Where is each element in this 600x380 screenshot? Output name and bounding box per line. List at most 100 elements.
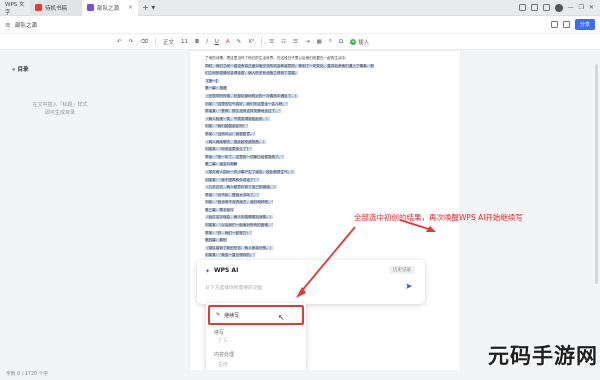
highlight-icon[interactable]: ✎ (237, 39, 242, 45)
font-color-button[interactable]: A (226, 39, 230, 45)
document-line[interactable]: 刘某：“我也有不对的地方，我们和好吧。” (205, 199, 405, 207)
list-icon[interactable]: ☷ (281, 39, 286, 45)
underline-button[interactable]: U (215, 39, 219, 45)
document-line-text: 刘某某：“我会一直记得你的。” (205, 253, 256, 258)
document-line[interactable]: 刘某某：“我会一直记得你的。” (205, 252, 405, 260)
document-line[interactable]: 李某：“对不起，是我太冲动了。” (205, 192, 405, 200)
document-line[interactable]: （两人相视一笑，气氛变得轻松起来。） (205, 116, 405, 124)
indent-icon[interactable]: ⇥ (305, 39, 310, 45)
numbered-list-icon[interactable]: ☰ (293, 39, 298, 45)
format-painter-icon[interactable]: ⌫ (140, 39, 148, 45)
grid-icon[interactable] (530, 4, 538, 11)
document-line[interactable]: 刘某：“我们能做朋友吗？” (205, 123, 405, 131)
document-line[interactable]: 第一幕：相遇 (205, 85, 405, 93)
document-line[interactable]: 李某：“好，我们一起努力！” (205, 230, 405, 238)
document-line-text: 了他的诗情，把这里当作了他们的生活世界。在这段日子里以后他们还要在一起的生活中。 (205, 56, 349, 60)
tab-wps-label: WPS 文字 (5, 1, 25, 16)
new-tab-button[interactable]: + ▾ (142, 3, 155, 12)
document-line-text: 李某某：“是啊，很久没有这样安静地坐过了。” (205, 109, 281, 114)
document-line-text: 们之间的感情也变得亲密，两人的关系也随之得到了发展。 (205, 71, 299, 76)
document-line-text: 刘某某：“我不想再和你说话了！” (205, 177, 260, 182)
document-line[interactable]: （在很早的时候，在部队营地附近的一次偶然中遇见了。） (205, 93, 405, 101)
continue-writing-label: 继续写 (224, 312, 240, 319)
window-layout-icon[interactable] (518, 4, 526, 11)
outline-title-label: 目录 (17, 67, 29, 73)
undo-icon[interactable]: ↶ (117, 39, 122, 45)
wps-ai-panel: ✦ WPS AI 历史记录 从下方选择你所需要的功能 ➤ (197, 260, 425, 304)
share-button[interactable]: 分享 (574, 19, 595, 30)
mouse-cursor-icon: ↖ (278, 313, 285, 322)
title-bar: WPS 文字 待机书稿 部队之源 × + ▾ — ❐ ✕ (0, 0, 600, 16)
symbol-icon[interactable]: Ω (339, 39, 343, 45)
close-tab-icon[interactable]: × (128, 4, 133, 11)
document-line[interactable]: 刘某某：“我不想再和你说话了！” (205, 177, 405, 185)
collapse-icon[interactable]: « (12, 67, 16, 73)
document-line-text: 同时，他们之间一直没有真正面对面交流的机会和诚意的。等到了一切变化，直到后来他们… (205, 63, 374, 68)
document-line[interactable]: 刘某某：“你来这里多久了？” (205, 146, 405, 154)
document-line[interactable]: 李某某：“是啊，很久没有这样安静地坐过了。” (205, 108, 405, 116)
menu-item-summarize[interactable]: 总结 (218, 361, 228, 368)
style-select[interactable]: 正文 (163, 38, 174, 46)
vertical-scrollbar[interactable] (595, 64, 598, 284)
ai-history-button[interactable]: 历史记录 (389, 266, 415, 274)
continue-writing-item[interactable]: ✎ 继续写 ↖ (208, 305, 304, 325)
document-line[interactable]: （几天过去，两人都意识到了自己的错误。） (205, 184, 405, 192)
document-line[interactable]: （部队接到了新的任务，两人即将分别。） (205, 245, 405, 253)
document-line-text: 第一幕：相遇 (205, 86, 227, 91)
menu-section-2: 内容处理 (214, 352, 235, 358)
italic-button[interactable]: I (206, 39, 208, 45)
document-line[interactable]: 第四幕：离别 (205, 237, 405, 245)
plus-icon: + (350, 38, 357, 45)
outline-title[interactable]: « 目录 (12, 65, 29, 73)
document-line[interactable]: （两人继续聊天，彼此越来越熟悉。） (205, 139, 405, 147)
ai-logo-icon: ✦ (205, 268, 211, 275)
table-icon[interactable]: ▦ (317, 39, 322, 45)
menu-icon[interactable]: ≡ (5, 21, 11, 29)
align-left-icon[interactable]: ☰ (269, 39, 274, 45)
document-line[interactable]: 李某：“当然可以！我很愿意。” (205, 131, 405, 139)
document-line[interactable]: 们之间的感情也变得亲密，两人的关系也随之得到了发展。 (205, 70, 405, 78)
status-bar: 字数 0 / 1720 个字 (0, 370, 600, 380)
minimize-button[interactable]: — (568, 4, 574, 11)
notification-icon[interactable] (542, 4, 550, 11)
document-line-text: 刘某：“我也有不对的地方，我们和好吧。” (205, 200, 274, 205)
document-title[interactable]: 部队之源 (15, 21, 37, 29)
tab-document-active[interactable]: 部队之源 × (82, 0, 138, 16)
ai-command-menu: ✎ 继续写 ↖ 续写 扩写 内容处理 总结 (206, 303, 306, 373)
document-line[interactable]: 同时，他们之间一直没有真正面对面交流的机会和诚意的。等到了一切变化，直到后来他们… (205, 63, 405, 71)
document-line-text: （两人相视一笑，气氛变得轻松起来。） (205, 116, 270, 121)
ai-prompt-input[interactable]: 从下方选择你所需要的功能 (205, 284, 400, 291)
search-icon[interactable]: ⌕ (329, 38, 332, 45)
bold-button[interactable]: B (195, 39, 199, 45)
redo-icon[interactable]: ↷ (129, 39, 134, 45)
comment-icon[interactable] (562, 21, 570, 28)
document-line-text: 【第一】 (205, 78, 220, 83)
document-line[interactable]: 了他的诗情，把这里当作了他们的生活世界。在这段日子里以后他们还要在一起的生活中。 (205, 55, 405, 63)
menu-item-expand[interactable]: 扩写 (218, 337, 228, 344)
history-icon[interactable] (550, 21, 558, 28)
document-line[interactable]: 刘某某：“以后我们一起面对所有的困难。” (205, 222, 405, 230)
document-line[interactable]: （某天两人因为一件小事产生了误会，彼此都很生气。） (205, 169, 405, 177)
ai-panel-title: WPS AI (214, 267, 239, 274)
close-window-button[interactable]: ✕ (589, 4, 594, 11)
maximize-button[interactable]: ❐ (579, 4, 584, 11)
document-line-text: 李某：“对不起，是我太冲动了。” (205, 192, 260, 197)
document-body[interactable]: 了他的诗情，把这里当作了他们的生活世界。在这段日子里以后他们还要在一起的生活中。… (205, 55, 405, 290)
tab-document-1[interactable]: 待机书稿 (30, 0, 82, 16)
document-line-text: 刘某某：“你来这里多久了？” (205, 147, 252, 152)
document-line-text: 李某：“快一年了，这里的一切都已经很熟悉了。” (205, 154, 285, 159)
document-line[interactable]: 第二幕：误会与和解 (205, 161, 405, 169)
document-line[interactable]: 李某：“快一年了，这里的一切都已经很熟悉了。” (205, 154, 405, 162)
avatar[interactable] (554, 3, 563, 12)
superscript-icon[interactable]: X² (248, 39, 254, 45)
document-icon (35, 4, 42, 11)
document-line[interactable]: 刘某：“这里的空气真好，我们在这里坐一会儿吧。” (205, 101, 405, 109)
document-line[interactable]: 【第一】 (205, 78, 405, 86)
font-size-select[interactable]: 11 (181, 39, 188, 45)
insert-button[interactable]: + 插入 (350, 38, 369, 46)
document-line-text: 李某：“好，我们一起努力！” (205, 230, 252, 235)
document-line-text: （几天过去，两人都意识到了自己的错误。） (205, 185, 277, 190)
tab-wps[interactable]: WPS 文字 (0, 0, 30, 16)
outline-empty-hint-1: 在文中插入「标题」样式 (32, 102, 88, 108)
send-icon[interactable]: ➤ (405, 282, 413, 292)
